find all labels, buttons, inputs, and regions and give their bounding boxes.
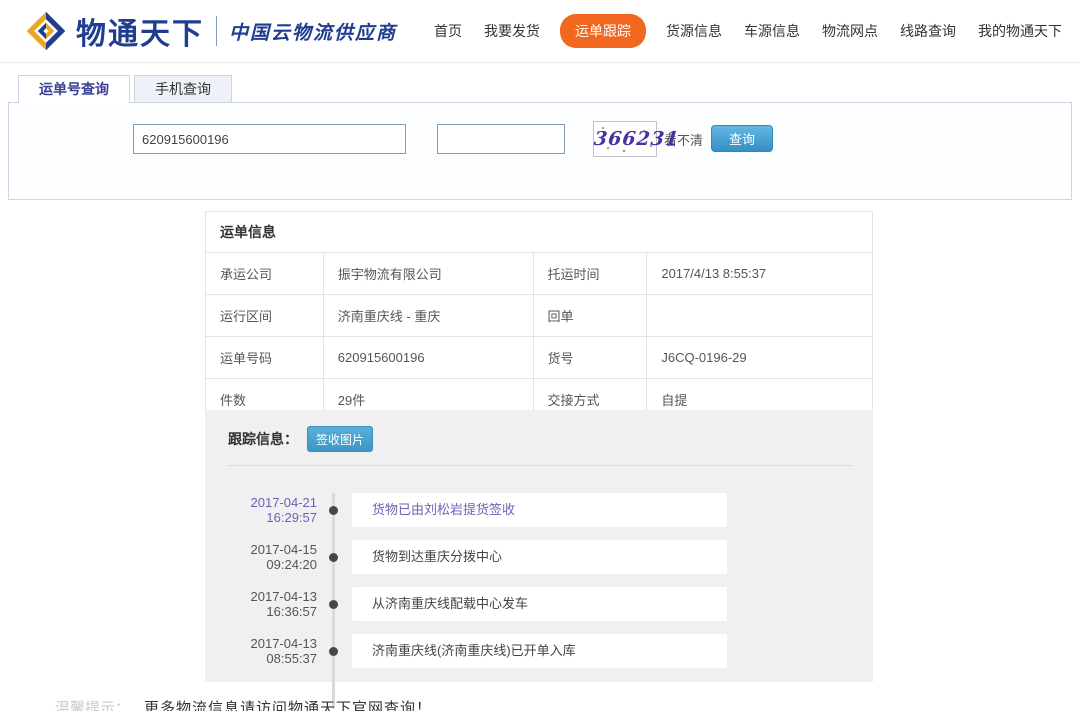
event-time: 2017-04-13 16:36:57 (205, 589, 317, 619)
query-submit-button[interactable]: 查询 (711, 125, 773, 152)
cell-label: 承运公司 (206, 253, 324, 295)
event-time: 2017-04-21 16:29:57 (205, 495, 317, 525)
event-text: 从济南重庆线配载中心发车 (352, 587, 727, 621)
nav-item-my-account[interactable]: 我的物通天下 (976, 15, 1064, 47)
cell-label: 货号 (533, 337, 647, 379)
cell-label: 回单 (533, 295, 647, 337)
cell-label: 运单号码 (206, 337, 324, 379)
tracking-timeline: 2017-04-21 16:29:57 货物已由刘松岩提货签收 2017-04-… (205, 493, 873, 709)
table-row: 承运公司 振宇物流有限公司 托运时间 2017/4/13 8:55:37 (206, 253, 873, 295)
table-row: 运单号码 620915600196 货号 J6CQ-0196-29 (206, 337, 873, 379)
brand-logo[interactable]: 物通天下 中国云物流供应商 (24, 9, 397, 53)
event-text[interactable]: 货物已由刘松岩提货签收 (352, 493, 727, 527)
nav-item-ship[interactable]: 我要发货 (482, 15, 542, 47)
nav-item-cargo-info[interactable]: 货源信息 (664, 15, 724, 47)
tracking-title: 跟踪信息： (228, 429, 298, 449)
table-title-row: 运单信息 (206, 212, 873, 253)
captcha-code: 366231 (592, 122, 681, 156)
tab-phone-query[interactable]: 手机查询 (134, 75, 232, 102)
cell-value: 2017/4/13 8:55:37 (647, 253, 873, 295)
nav-item-logistics-outlets[interactable]: 物流网点 (820, 15, 880, 47)
nav-item-route-query[interactable]: 线路查询 (898, 15, 958, 47)
cell-value: J6CQ-0196-29 (647, 337, 873, 379)
captcha-input[interactable] (437, 124, 565, 154)
waybill-info-title: 运单信息 (206, 212, 873, 253)
brand-tagline: 中国云物流供应商 (229, 18, 397, 45)
timeline-dot-icon (329, 600, 338, 609)
nav-item-vehicle-info[interactable]: 车源信息 (742, 15, 802, 47)
tracking-panel: 跟踪信息： 签收图片 2017-04-21 16:29:57 货物已由刘松岩提货… (205, 410, 873, 682)
cell-value: 济南重庆线 - 重庆 (323, 295, 533, 337)
top-header: 物通天下 中国云物流供应商 首页 我要发货 运单跟踪 货源信息 车源信息 物流网… (0, 0, 1080, 63)
timeline-dot-icon (329, 553, 338, 562)
timeline-event: 2017-04-15 09:24:20 货物到达重庆分拨中心 (205, 540, 873, 574)
query-form: 366231 看不清 查询 (8, 102, 1072, 200)
footer-clipped-text: 温馨提示： 更多物流信息请访问物通天下官网查询！ (0, 699, 1080, 711)
waybill-info-table: 运单信息 承运公司 振宇物流有限公司 托运时间 2017/4/13 8:55:3… (205, 211, 873, 421)
query-tabs: 运单号查询 手机查询 (18, 75, 1072, 102)
waybill-number-input[interactable] (133, 124, 406, 154)
brand-diamond-icon (24, 9, 68, 53)
event-text: 货物到达重庆分拨中心 (352, 540, 727, 574)
cell-value (647, 295, 873, 337)
nav-item-waybill-tracking[interactable]: 运单跟踪 (560, 14, 646, 48)
captcha-image[interactable]: 366231 (593, 121, 657, 157)
cell-label: 托运时间 (533, 253, 647, 295)
event-text: 济南重庆线(济南重庆线)已开单入库 (352, 634, 727, 668)
tracking-divider (228, 465, 853, 466)
main-nav: 首页 我要发货 运单跟踪 货源信息 车源信息 物流网点 线路查询 我的物通天下 (432, 14, 1064, 48)
timeline-event: 2017-04-21 16:29:57 货物已由刘松岩提货签收 (205, 493, 873, 527)
brand-separator (216, 16, 217, 46)
event-time: 2017-04-13 08:55:37 (205, 636, 317, 666)
timeline-event: 2017-04-13 16:36:57 从济南重庆线配载中心发车 (205, 587, 873, 621)
cell-value: 振宇物流有限公司 (323, 253, 533, 295)
table-row: 运行区间 济南重庆线 - 重庆 回单 (206, 295, 873, 337)
brand-wordmark: 物通天下 (76, 9, 204, 53)
cell-label: 运行区间 (206, 295, 324, 337)
cell-value: 620915600196 (323, 337, 533, 379)
event-time: 2017-04-15 09:24:20 (205, 542, 317, 572)
timeline-dot-icon (329, 647, 338, 656)
tracking-header: 跟踪信息： 签收图片 (205, 410, 873, 452)
nav-item-home[interactable]: 首页 (432, 15, 464, 47)
footer-dark-text: 更多物流信息请访问物通天下官网查询！ (144, 700, 432, 711)
receipt-image-button[interactable]: 签收图片 (307, 426, 373, 452)
timeline-event: 2017-04-13 08:55:37 济南重庆线(济南重庆线)已开单入库 (205, 634, 873, 668)
tab-waybill-number-query[interactable]: 运单号查询 (18, 75, 130, 103)
query-panel: 运单号查询 手机查询 366231 看不清 查询 (8, 75, 1072, 200)
timeline-dot-icon (329, 506, 338, 515)
footer-muted-text: 温馨提示： (55, 700, 130, 711)
